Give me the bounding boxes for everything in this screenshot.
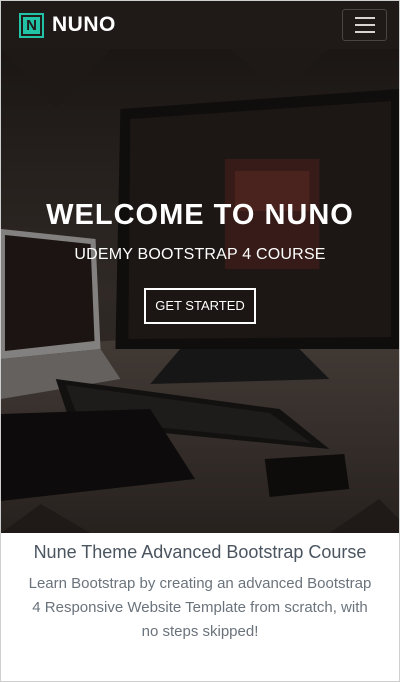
hamburger-menu-icon <box>354 17 375 19</box>
intro-section: Nune Theme Advanced Bootstrap Course Lea… <box>1 533 399 644</box>
hero-title: WELCOME TO NUNO <box>46 199 354 231</box>
brand-name: NUNO <box>52 13 116 36</box>
brand-link[interactable]: N NUNO <box>19 12 116 38</box>
hero-section: WELCOME TO NUNO UDEMY BOOTSTRAP 4 COURSE… <box>1 49 399 533</box>
intro-text: Learn Bootstrap by creating an advanced … <box>28 575 372 640</box>
get-started-button[interactable]: GET STARTED <box>144 288 256 324</box>
navbar: N NUNO <box>1 1 399 49</box>
navbar-toggle-button[interactable] <box>342 9 387 41</box>
hero-subtitle: UDEMY BOOTSTRAP 4 COURSE <box>74 246 326 263</box>
intro-heading: Nune Theme Advanced Bootstrap Course <box>33 542 367 562</box>
hero-content: WELCOME TO NUNO UDEMY BOOTSTRAP 4 COURSE… <box>1 199 399 324</box>
logo-icon: N <box>19 12 44 38</box>
logo-letter: N <box>23 16 40 34</box>
